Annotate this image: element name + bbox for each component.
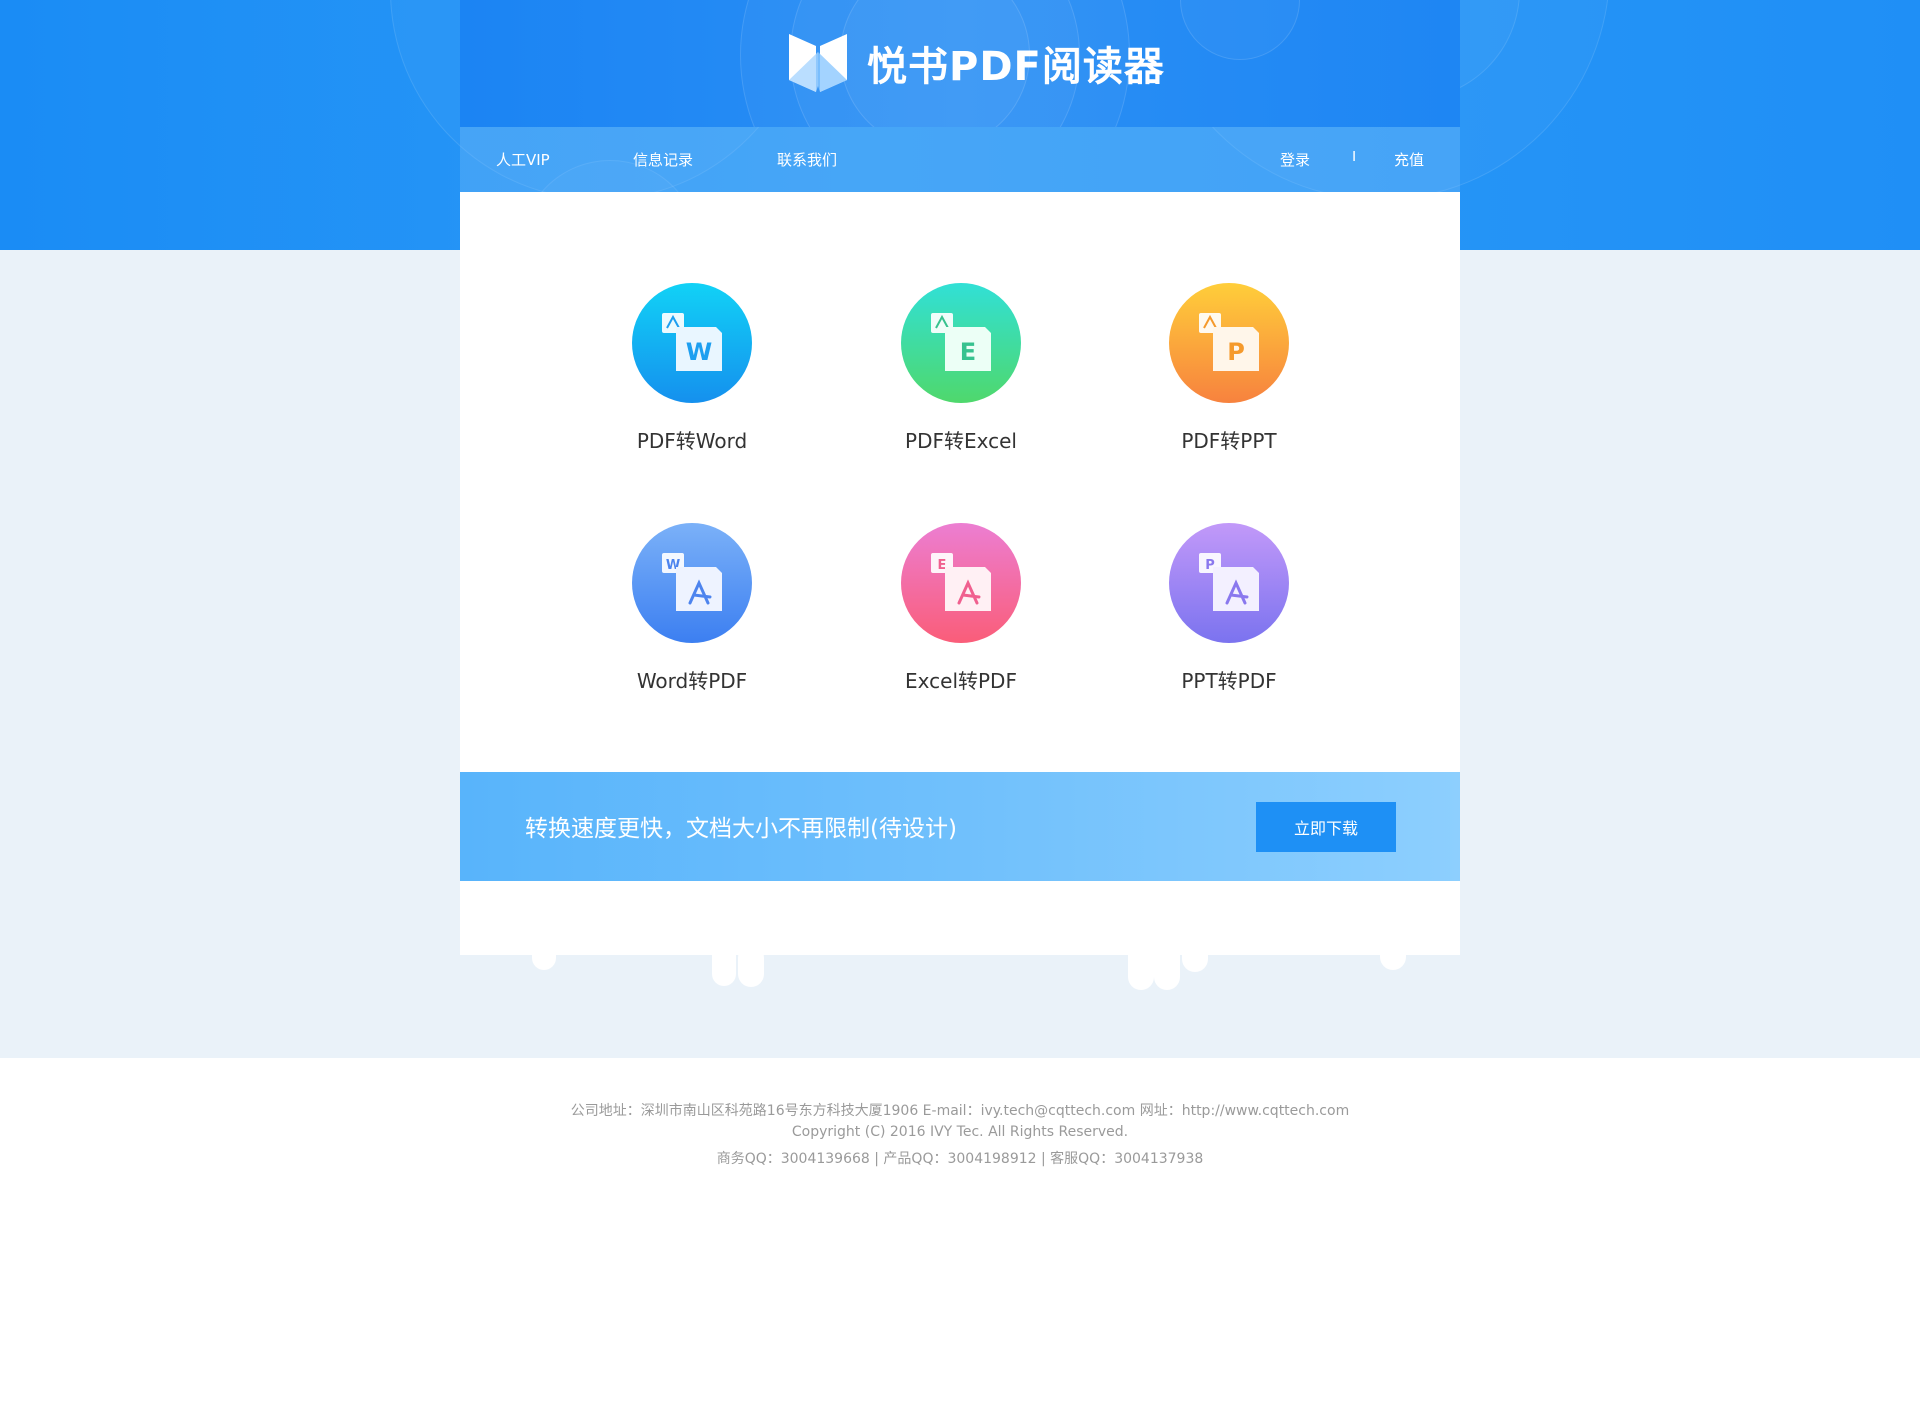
footer-qq-numbers: 商务QQ：3004139668 | 产品QQ：3004198912 | 客服QQ… — [716, 1151, 1204, 1167]
header: 悦书PDF阅读器 — [460, 0, 1460, 127]
tool-ppt-to-pdf[interactable]: P PPT转PDF — [1129, 523, 1329, 694]
svg-text:P: P — [1227, 338, 1245, 366]
nav-separator: I — [1352, 148, 1357, 165]
nav-item-vip[interactable]: 人工VIP — [496, 149, 550, 170]
tool-pdf-to-word[interactable]: W PDF转Word — [592, 283, 792, 454]
tool-label: PDF转Word — [636, 429, 748, 453]
decor-circle — [1180, 0, 1300, 60]
tool-label: PPT转PDF — [1181, 669, 1277, 693]
decor-drip — [1182, 940, 1208, 972]
card-footer-strip — [460, 881, 1460, 955]
recharge-link[interactable]: 充值 — [1394, 149, 1424, 170]
top-nav: 人工VIP 信息记录 联系我们 登录 I 充值 — [460, 127, 1460, 192]
pdf-to-ppt-icon: P — [1169, 283, 1289, 403]
tool-pdf-to-excel[interactable]: E PDF转Excel — [861, 283, 1061, 454]
decor-drip — [712, 940, 736, 986]
brand-name: 悦书PDF阅读器 — [867, 44, 1165, 90]
tool-label: Word转PDF — [636, 669, 748, 693]
footer-copyright: Copyright (C) 2016 IVY Tec. All Rights R… — [791, 1124, 1129, 1140]
nav-item-records[interactable]: 信息记录 — [633, 149, 693, 170]
decor-drip — [738, 945, 764, 987]
download-now-button[interactable]: 立即下载 — [1256, 802, 1396, 852]
word-to-pdf-icon: W — [632, 523, 752, 643]
svg-text:W: W — [686, 338, 712, 366]
svg-text:E: E — [960, 338, 976, 366]
main-card: 悦书PDF阅读器 人工VIP 信息记录 联系我们 登录 I 充值 W PDF转W… — [460, 0, 1460, 990]
brand-logo[interactable]: 悦书PDF阅读器 — [787, 30, 1165, 96]
decor-drip — [1380, 940, 1406, 970]
book-logo-icon — [789, 34, 847, 92]
decor-drip — [1128, 940, 1154, 990]
tool-word-to-pdf[interactable]: W Word转PDF — [592, 523, 792, 694]
conversion-tools-panel: W PDF转Word E PDF转Excel P PDF转PPT W Word转… — [460, 192, 1460, 772]
tool-label: Excel转PDF — [905, 669, 1017, 693]
decor-drip — [532, 940, 556, 970]
decor-drip — [1154, 930, 1180, 990]
pdf-to-excel-icon: E — [901, 283, 1021, 403]
nav-item-contact[interactable]: 联系我们 — [777, 149, 837, 170]
promo-banner: 转换速度更快，文档大小不再限制(待设计) 立即下载 — [460, 772, 1460, 881]
ppt-to-pdf-icon: P — [1169, 523, 1289, 643]
excel-to-pdf-icon: E — [901, 523, 1021, 643]
tool-pdf-to-ppt[interactable]: P PDF转PPT — [1129, 283, 1329, 454]
pdf-to-word-icon: W — [632, 283, 752, 403]
tool-label: PDF转PPT — [1181, 429, 1277, 453]
tool-excel-to-pdf[interactable]: E Excel转PDF — [861, 523, 1061, 694]
footer-contact-info: 公司地址：深圳市南山区科苑路16号东方科技大厦1906 E-mail：ivy.t… — [570, 1103, 1350, 1119]
page-footer: 公司地址：深圳市南山区科苑路16号东方科技大厦1906 E-mail：ivy.t… — [0, 1058, 1920, 1422]
promo-text: 转换速度更快，文档大小不再限制(待设计) — [525, 816, 957, 842]
tool-label: PDF转Excel — [905, 429, 1017, 453]
login-link[interactable]: 登录 — [1280, 149, 1310, 170]
